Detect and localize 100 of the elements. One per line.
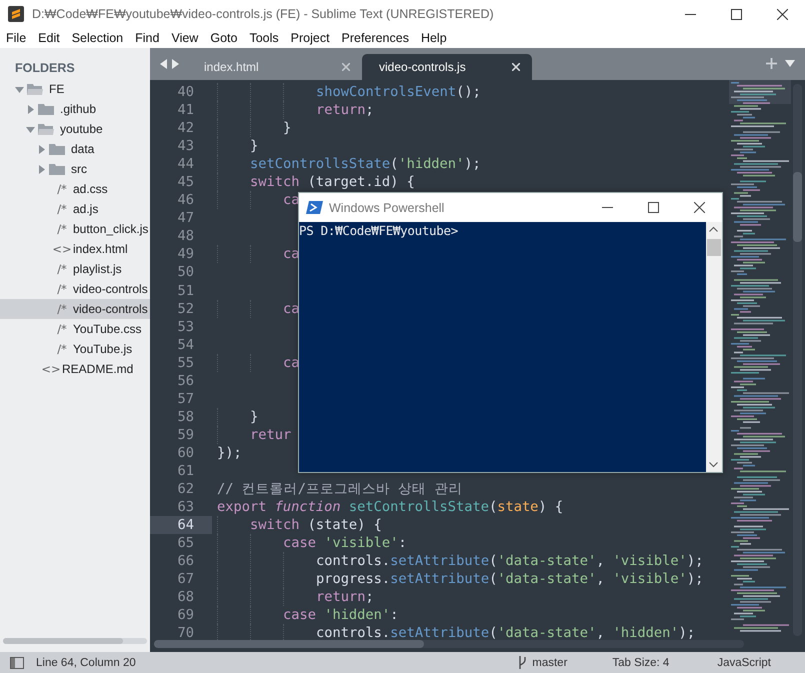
window-title: Windows Powershell bbox=[329, 200, 446, 214]
line-number: 67 bbox=[176, 570, 195, 588]
vertical-scrollbar[interactable] bbox=[793, 84, 802, 636]
line-number: 62 bbox=[176, 480, 195, 498]
line-number: 52 bbox=[176, 300, 195, 318]
editor-tab[interactable]: video-controls.js bbox=[362, 54, 532, 80]
folder-icon bbox=[49, 142, 65, 156]
code-line: } bbox=[283, 120, 292, 136]
line-number: 58 bbox=[176, 408, 195, 426]
sidebar-item[interactable]: data bbox=[0, 139, 150, 159]
console-area[interactable]: PS D:₩Code₩FE₩youtube> bbox=[299, 222, 706, 472]
code-line: return; bbox=[316, 589, 374, 606]
line-number: 60 bbox=[176, 444, 195, 462]
sidebar-item[interactable]: <>README.md bbox=[0, 359, 150, 379]
line-number: 44 bbox=[176, 155, 195, 174]
line-number: 46 bbox=[176, 191, 195, 210]
panel-toggle-icon[interactable] bbox=[10, 656, 24, 668]
menu-item[interactable]: Tools bbox=[243, 28, 285, 48]
code-line: progress.setAttribute('data-state', 'visible'); bbox=[316, 571, 704, 588]
code-line: controls.setAttribute('data-state', 'visible'); bbox=[316, 553, 704, 570]
sidebar-item[interactable]: /* ad.css bbox=[0, 179, 150, 199]
forward-arrow-icon[interactable] bbox=[172, 59, 179, 69]
sidebar-item[interactable]: youtube bbox=[0, 119, 150, 139]
file-type-icon: <> bbox=[40, 362, 62, 376]
app-logo-icon bbox=[8, 6, 24, 22]
dropdown-arrow-icon[interactable] bbox=[785, 58, 795, 68]
code-line: showControlsEvent(); bbox=[316, 84, 481, 100]
line-number: 40 bbox=[176, 83, 195, 102]
sidebar-item[interactable]: <>index.html bbox=[0, 239, 150, 259]
line-number: 59 bbox=[176, 426, 195, 444]
line-number: 51 bbox=[176, 282, 195, 300]
powershell-titlebar[interactable]: Windows Powershell bbox=[299, 193, 722, 222]
file-type-icon: /* bbox=[51, 282, 73, 296]
sidebar-heading: FOLDERS bbox=[14, 60, 76, 76]
line-number: 47 bbox=[176, 209, 195, 228]
folder-icon bbox=[49, 162, 65, 176]
sidebar-item[interactable]: /* playlist.js bbox=[0, 259, 150, 279]
code-line: controls.setAttribute('data-state', 'hidden'); bbox=[316, 625, 696, 642]
maximize-icon bbox=[730, 8, 742, 20]
sidebar-item[interactable]: /* ad.js bbox=[0, 199, 150, 219]
scrollbar-thumb[interactable] bbox=[707, 239, 721, 256]
line-number: 42 bbox=[176, 119, 195, 138]
file-type-icon: /* bbox=[51, 202, 73, 216]
window-title: D:₩Code₩FE₩youtube₩video-controls.js (FE) - Sublime Text (UNREGISTERED) bbox=[32, 7, 495, 21]
sidebar-item[interactable]: FE bbox=[0, 79, 150, 99]
menu-item[interactable]: File bbox=[0, 28, 32, 48]
code-line: export function setControllsState(state) { bbox=[217, 499, 564, 516]
horizontal-scrollbar[interactable] bbox=[154, 640, 744, 648]
sidebar-item[interactable]: /* video-controls bbox=[0, 299, 150, 319]
branch-icon bbox=[518, 656, 528, 669]
sidebar-item[interactable]: /* YouTube.js bbox=[0, 339, 150, 359]
sidebar-item[interactable]: src bbox=[0, 159, 150, 179]
code-line: setControllsState('hidden'); bbox=[250, 156, 481, 172]
file-type-icon: /* bbox=[51, 302, 73, 316]
back-arrow-icon[interactable] bbox=[160, 59, 167, 69]
line-number: 65 bbox=[176, 534, 195, 552]
menu-item[interactable]: Edit bbox=[32, 28, 66, 48]
menu-item[interactable]: Help bbox=[414, 28, 453, 48]
vertical-scrollbar[interactable] bbox=[706, 222, 722, 472]
line-number: 49 bbox=[176, 245, 195, 264]
file-type-icon: /* bbox=[51, 222, 73, 236]
git-branch[interactable]: master bbox=[532, 656, 568, 668]
code-line: } bbox=[250, 408, 258, 425]
menu-item[interactable]: Preferences bbox=[336, 28, 415, 48]
code-line: switch (target.id) { bbox=[250, 174, 415, 190]
line-number: 43 bbox=[176, 137, 195, 156]
menu-item[interactable]: Find bbox=[129, 28, 166, 48]
syntax-selector[interactable]: JavaScript bbox=[717, 656, 771, 668]
sidebar-item[interactable]: /* video-controls bbox=[0, 279, 150, 299]
line-number: 41 bbox=[176, 101, 195, 120]
close-icon[interactable] bbox=[512, 63, 520, 71]
file-type-icon: /* bbox=[51, 262, 73, 276]
code-line: case 'hidden': bbox=[283, 607, 398, 624]
close-icon bbox=[694, 202, 704, 213]
maximize-icon bbox=[648, 202, 658, 213]
console-prompt: PS D:₩Code₩FE₩youtube> bbox=[299, 223, 458, 238]
menu-item[interactable]: View bbox=[165, 28, 204, 48]
line-number: 64 bbox=[150, 516, 212, 534]
file-type-icon: /* bbox=[51, 182, 73, 196]
folder-icon bbox=[38, 102, 54, 116]
line-number: 56 bbox=[176, 372, 195, 390]
menu-item[interactable]: Selection bbox=[66, 28, 130, 48]
line-number: 48 bbox=[176, 227, 195, 246]
cursor-position: Line 64, Column 20 bbox=[36, 656, 136, 668]
file-type-icon: <> bbox=[51, 242, 73, 256]
tab-size[interactable]: Tab Size: 4 bbox=[612, 656, 670, 668]
line-number: 55 bbox=[176, 354, 195, 372]
line-number: 63 bbox=[176, 498, 195, 516]
sidebar-item[interactable]: /* button_click.js bbox=[0, 219, 150, 239]
plus-icon[interactable] bbox=[766, 58, 777, 69]
menu-item[interactable]: Project bbox=[284, 28, 336, 48]
line-number: 45 bbox=[176, 173, 195, 192]
file-type-icon: /* bbox=[51, 342, 73, 356]
horizontal-scrollbar[interactable] bbox=[3, 638, 147, 644]
sidebar-item[interactable]: /* YouTube.css bbox=[0, 319, 150, 339]
sidebar-item[interactable]: .github bbox=[0, 99, 150, 119]
menu-item[interactable]: Goto bbox=[204, 28, 244, 48]
line-number: 57 bbox=[176, 390, 195, 408]
line-number: 50 bbox=[176, 263, 195, 282]
line-number: 53 bbox=[176, 318, 195, 336]
